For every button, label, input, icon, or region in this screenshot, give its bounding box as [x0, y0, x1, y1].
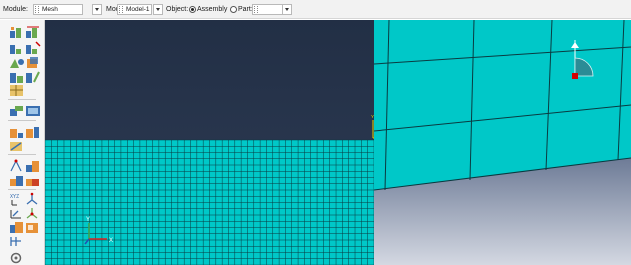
delete-mesh-icon[interactable] — [25, 104, 41, 118]
mesh-edit-tools-icon[interactable] — [25, 220, 41, 234]
triad-x-label: X — [109, 238, 113, 244]
delete-seeds-icon[interactable] — [25, 41, 41, 55]
assembly-label: Assembly — [197, 6, 228, 13]
module-combo[interactable]: Mesh — [33, 4, 83, 15]
module-dropdown-button[interactable] — [92, 4, 102, 15]
adaptivity-icon[interactable] — [25, 192, 41, 206]
create-datum-icon[interactable] — [9, 159, 25, 173]
toolbox-separator — [8, 120, 36, 121]
model-value: Model-1 — [126, 6, 150, 13]
mesh-part-icon[interactable] — [9, 83, 25, 97]
seed-part-instance-icon[interactable] — [9, 25, 25, 39]
module-value: Mesh — [42, 6, 58, 13]
partition-edge-icon[interactable] — [9, 125, 25, 139]
options-icon[interactable] — [9, 251, 25, 265]
datum-point-icon[interactable] — [25, 159, 41, 173]
mesh-region-icon[interactable] — [9, 104, 25, 118]
context-bar: Module: Mesh Model: Model-1 Object: Asse… — [0, 0, 631, 19]
mesh-stats-icon[interactable] — [25, 70, 41, 84]
toolbox-separator — [8, 154, 36, 155]
part-radio[interactable] — [230, 6, 237, 13]
mesh-toolbox: XYZ — [0, 20, 45, 265]
model-combo[interactable]: Model-1 — [117, 4, 152, 15]
partition-cell-icon[interactable] — [9, 138, 25, 152]
toolbox-separator — [8, 189, 36, 190]
part-label: Part: — [238, 6, 253, 13]
fine-mesh-grid — [44, 139, 375, 265]
partition-face-icon[interactable] — [25, 125, 41, 139]
grip-icon — [35, 6, 39, 13]
element-type-icon[interactable] — [25, 56, 41, 70]
grip-icon — [119, 6, 123, 13]
grip-icon — [254, 6, 258, 13]
svg-text:XYZ: XYZ — [10, 194, 19, 200]
mesh-controls-icon[interactable] — [9, 56, 25, 70]
module-label: Module: — [3, 6, 28, 13]
triad-y-label: Y — [86, 217, 90, 223]
secondary-viewport[interactable] — [373, 19, 631, 265]
object-label: Object: — [166, 6, 189, 13]
toolbox-separator — [8, 99, 36, 100]
coarse-mesh-canvas — [373, 19, 631, 265]
display-group-icon[interactable] — [25, 206, 41, 220]
tools-icon[interactable] — [9, 220, 25, 234]
part-combo[interactable] — [252, 4, 286, 15]
query-icon[interactable] — [9, 206, 25, 220]
edit-mesh-icon[interactable]: XYZ — [9, 192, 25, 206]
merge-icon[interactable] — [25, 173, 41, 187]
feature-edit-icon[interactable] — [9, 234, 25, 248]
seed-by-number-icon[interactable] — [9, 41, 25, 55]
seed-edges-icon[interactable] — [25, 25, 41, 39]
virtual-topology-icon[interactable] — [9, 173, 25, 187]
model-dropdown-button[interactable] — [153, 4, 163, 15]
part-dropdown-button[interactable] — [282, 4, 292, 15]
assembly-radio[interactable] — [189, 6, 196, 13]
verify-mesh-icon[interactable] — [9, 70, 25, 84]
mesh-canvas: Y X Y — [44, 20, 381, 265]
main-viewport[interactable]: Y X Y — [44, 20, 381, 265]
